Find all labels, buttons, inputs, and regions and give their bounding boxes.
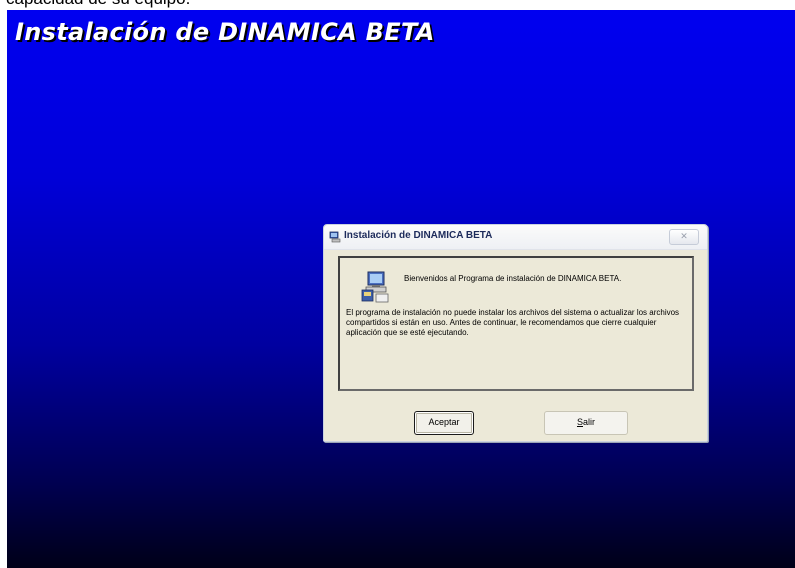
setup-computer-icon [329,231,341,243]
installer-title: Instalación de DINAMICA BETA [15,18,435,46]
close-button[interactable]: ✕ [669,229,699,245]
dialog-title: Instalación de DINAMICA BETA [344,230,493,241]
setup-dialog: Instalación de DINAMICA BETA ✕ Bienvenid… [323,224,708,442]
close-icon: ✕ [680,231,688,241]
exit-label: alir [583,417,596,427]
info-message: El programa de instalación no puede inst… [346,308,680,337]
top-caption: capacidad de su equipo. [6,0,190,8]
exit-button[interactable]: Salir [544,411,628,435]
installer-background: Instalación de DINAMICA BETA Instalación… [7,10,795,568]
dialog-content: Bienvenidos al Programa de instalación d… [338,256,694,391]
setup-computer-icon [361,271,389,303]
welcome-message: Bienvenidos al Programa de instalación d… [404,274,622,283]
accept-button[interactable]: Aceptar [414,411,474,435]
dialog-titlebar[interactable]: Instalación de DINAMICA BETA ✕ [324,225,707,250]
